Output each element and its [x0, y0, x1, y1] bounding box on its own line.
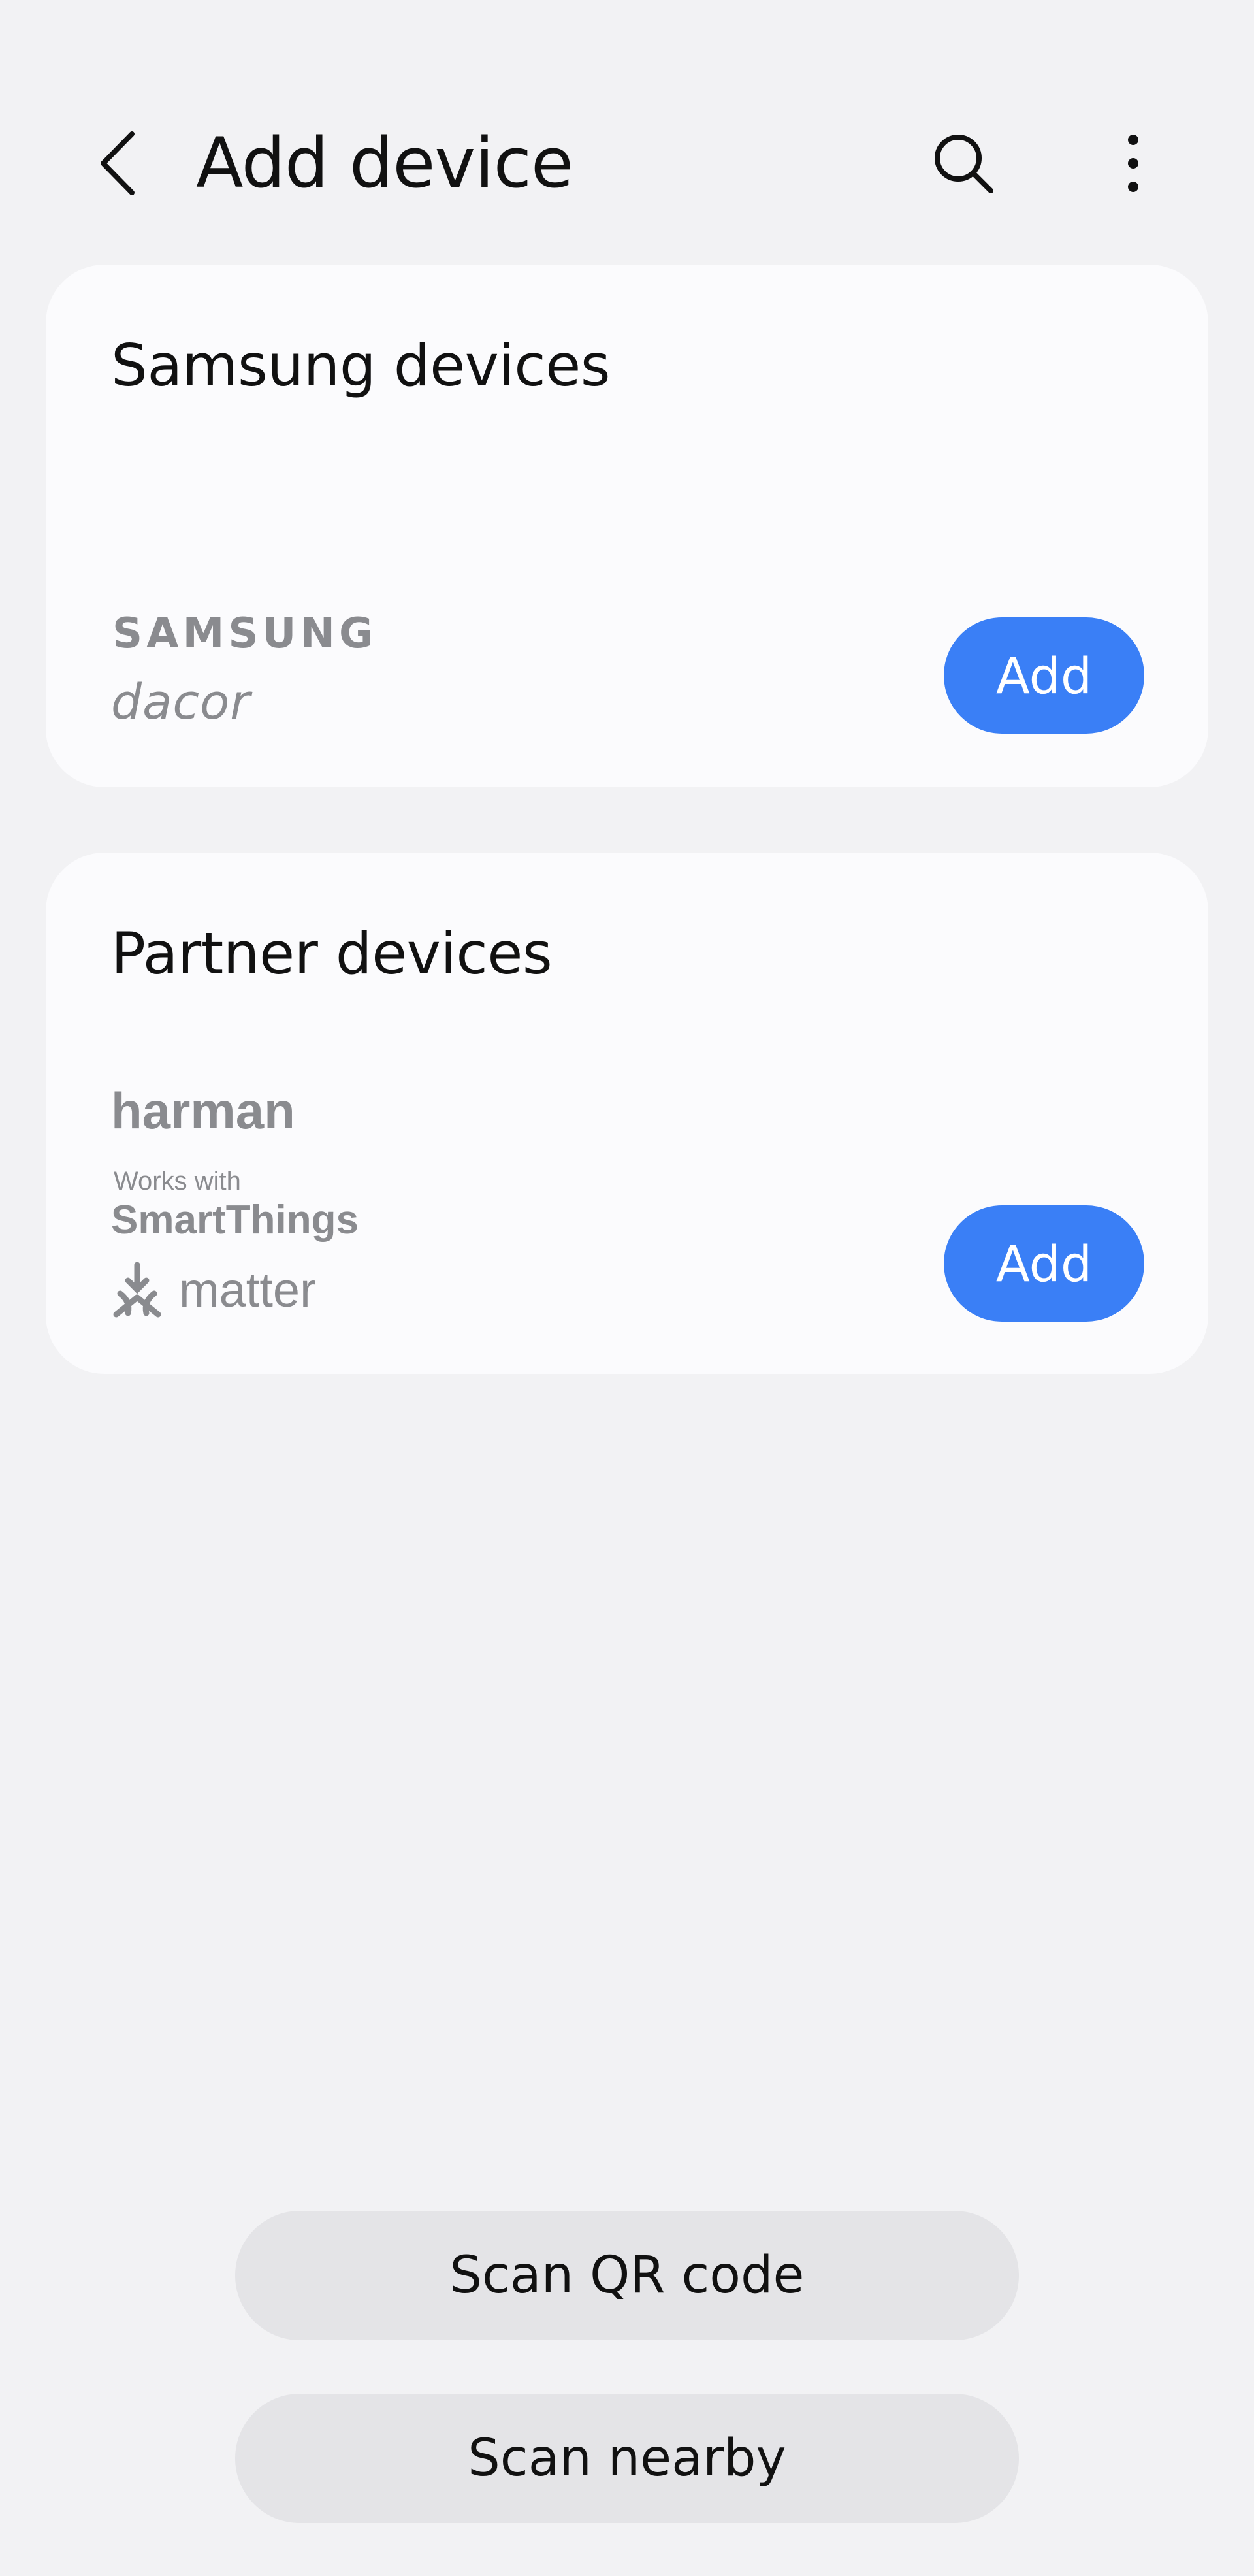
works-with-label: Works with: [114, 1167, 241, 1196]
scan-nearby-button[interactable]: Scan nearby: [235, 2394, 1019, 2523]
dacor-logo: dacor: [111, 674, 251, 730]
harman-logo: harman: [111, 1082, 295, 1139]
partner-devices-title: Partner devices: [111, 920, 553, 987]
search-button[interactable]: [924, 124, 1003, 203]
top-app-bar: Add device: [0, 98, 1254, 229]
matter-symbol-icon: [113, 1262, 161, 1318]
page-title: Add device: [196, 123, 573, 203]
samsung-add-button[interactable]: Add: [944, 617, 1144, 734]
partner-devices-card[interactable]: Partner devices harman Works with SmartT…: [46, 853, 1208, 1374]
chevron-left-icon: [101, 131, 135, 195]
samsung-devices-title: Samsung devices: [111, 332, 611, 399]
search-icon: [935, 135, 993, 193]
matter-logo: matter: [111, 1258, 316, 1323]
back-button[interactable]: [78, 124, 157, 203]
scan-qr-code-button[interactable]: Scan QR code: [235, 2211, 1019, 2340]
partner-add-button[interactable]: Add: [944, 1205, 1144, 1322]
more-options-button[interactable]: [1094, 124, 1172, 203]
more-vertical-icon: [1128, 135, 1138, 192]
matter-wordmark: matter: [179, 1263, 316, 1317]
samsung-devices-card[interactable]: Samsung devices SAMSUNG dacor Add: [46, 265, 1208, 787]
samsung-logo: SAMSUNG: [112, 610, 378, 658]
smartthings-logo: SmartThings: [111, 1198, 359, 1243]
